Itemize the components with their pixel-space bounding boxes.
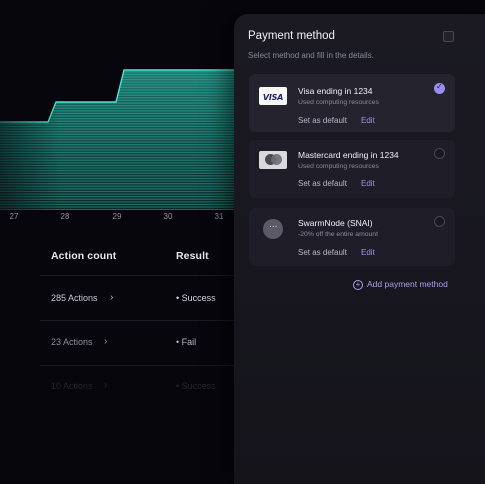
column-header-action-count: Action count bbox=[51, 250, 117, 262]
result-cell: • Success bbox=[176, 381, 216, 391]
row-divider bbox=[40, 365, 236, 366]
mastercard-card-icon bbox=[259, 151, 287, 169]
option-subtitle: -20% off the entire amount bbox=[298, 231, 378, 238]
row-divider bbox=[40, 320, 236, 321]
visa-brand-text: VISA bbox=[262, 93, 284, 102]
option-subtitle: Used computing resources bbox=[298, 163, 379, 170]
set-default-link[interactable]: Set as default bbox=[298, 179, 347, 188]
card-title: Payment method bbox=[248, 30, 335, 42]
option-title: SwarmNode (SNAI) bbox=[298, 218, 373, 228]
background-dashboard: 27 28 29 30 31 Action count Result 285 A… bbox=[0, 0, 240, 474]
edit-link[interactable]: Edit bbox=[361, 248, 375, 257]
column-header-result: Result bbox=[176, 250, 209, 262]
option-title: Mastercard ending in 1234 bbox=[298, 150, 399, 160]
option-subtitle: Used computing resources bbox=[298, 99, 379, 106]
unselected-radio[interactable] bbox=[434, 216, 445, 227]
more-dots-icon: ··· bbox=[263, 219, 283, 239]
set-default-link[interactable]: Set as default bbox=[298, 248, 347, 257]
chevron-right-icon[interactable]: › bbox=[104, 380, 107, 391]
result-cell: • Fail bbox=[176, 337, 197, 347]
row-divider bbox=[40, 275, 236, 276]
payment-method-card: Payment method Select method and fill in… bbox=[234, 14, 485, 484]
set-default-link[interactable]: Set as default bbox=[298, 116, 347, 125]
payment-option-mastercard[interactable]: Mastercard ending in 1234 Used computing… bbox=[249, 140, 455, 198]
add-payment-method-link[interactable]: Add payment method bbox=[367, 279, 448, 289]
option-title: Visa ending in 1234 bbox=[298, 86, 373, 96]
x-tick-label: 28 bbox=[60, 212, 70, 221]
payment-option-swarmnode[interactable]: ··· SwarmNode (SNAI) -20% off the entire… bbox=[249, 208, 455, 266]
result-text: Fail bbox=[181, 337, 197, 347]
unselected-radio[interactable] bbox=[434, 148, 445, 159]
chevron-right-icon[interactable]: › bbox=[110, 292, 113, 303]
action-count-cell: 10 Actions bbox=[51, 381, 93, 391]
x-tick-label: 30 bbox=[163, 212, 173, 221]
result-cell: • Success bbox=[176, 293, 216, 303]
chevron-right-icon[interactable]: › bbox=[104, 336, 107, 347]
result-text: Success bbox=[181, 293, 216, 303]
x-tick-label: 29 bbox=[112, 212, 122, 221]
x-tick-label: 31 bbox=[214, 212, 224, 221]
step-area-chart bbox=[0, 40, 240, 210]
edit-link[interactable]: Edit bbox=[361, 116, 375, 125]
edit-link[interactable]: Edit bbox=[361, 179, 375, 188]
payment-option-visa[interactable]: VISA Visa ending in 1234 Used computing … bbox=[249, 74, 455, 132]
action-count-cell: 23 Actions bbox=[51, 337, 93, 347]
x-tick-label: 27 bbox=[9, 212, 19, 221]
result-text: Success bbox=[181, 381, 216, 391]
card-subtitle: Select method and fill in the details. bbox=[248, 51, 374, 60]
visa-card-icon: VISA bbox=[259, 87, 287, 105]
close-icon[interactable] bbox=[443, 31, 454, 42]
add-circle-icon[interactable]: + bbox=[353, 280, 363, 290]
action-count-cell: 285 Actions bbox=[51, 293, 98, 303]
selected-radio[interactable] bbox=[434, 82, 445, 94]
